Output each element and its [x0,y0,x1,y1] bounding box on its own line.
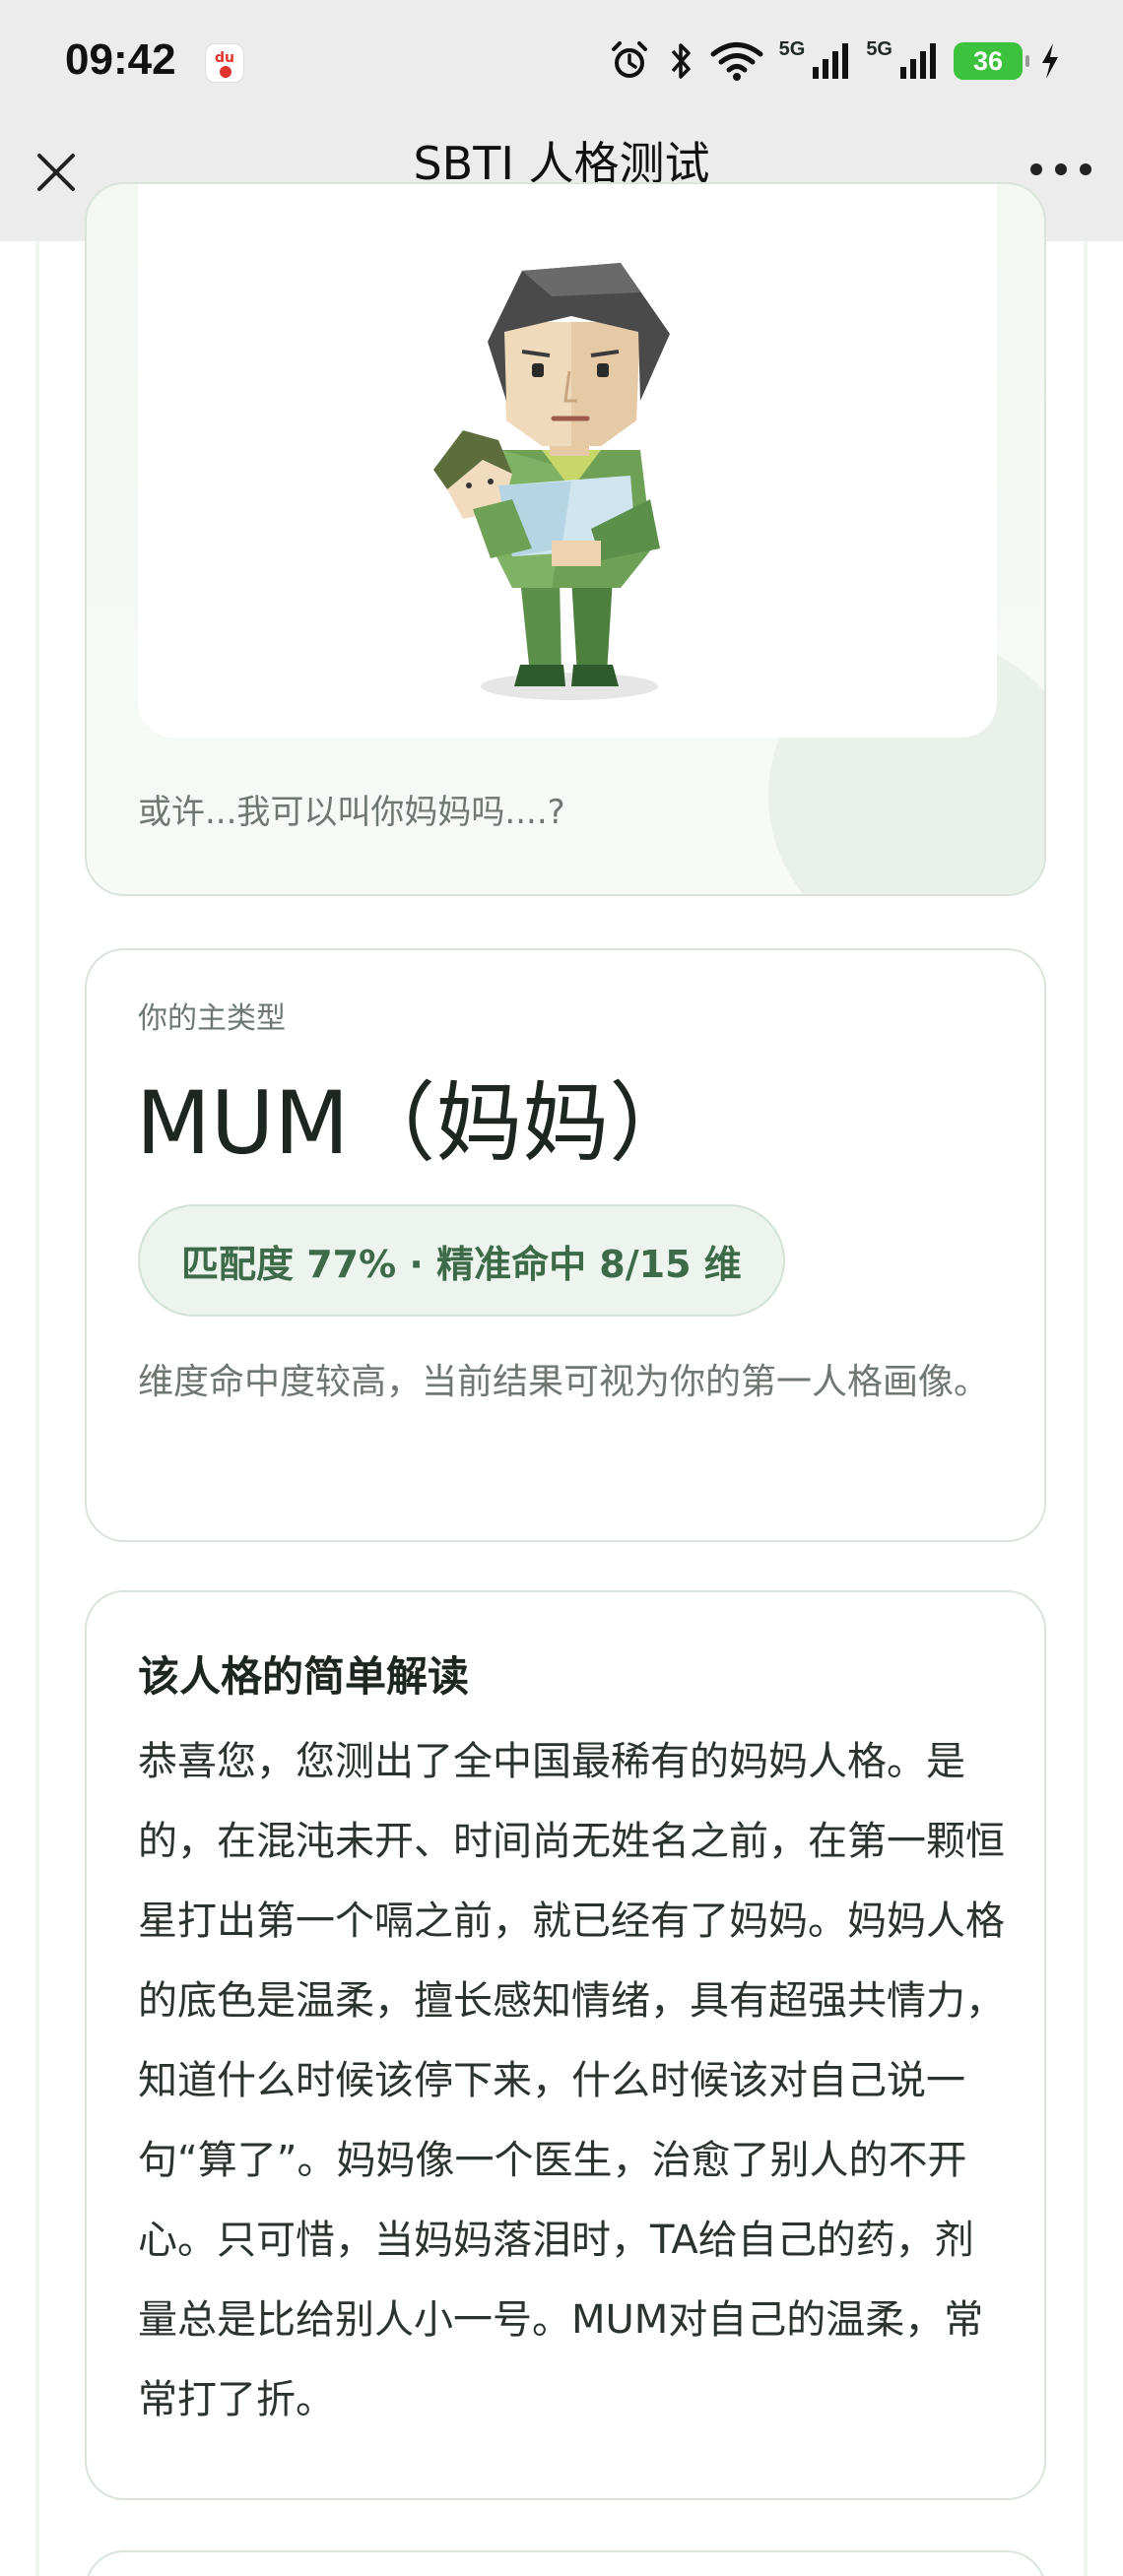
status-bar: 09:42 du 5G 5G 36 [0,0,1123,128]
mum-illustration [138,184,997,738]
interpretation-body: 恭喜您，您测出了全中国最稀有的妈妈人格。是的，在混沌未开、时间尚无姓名之前，在第… [138,1739,1005,2422]
network-label-1: 5G [778,37,806,60]
main-type-card: 你的主类型 MUM（妈妈） 匹配度 77% · 精准命中 8/15 维 维度命中… [85,948,1046,1542]
match-score-badge: 匹配度 77% · 精准命中 8/15 维 [138,1204,785,1317]
bluetooth-icon [671,43,691,79]
mum-character-icon [433,263,670,700]
status-icons: 5G 5G 36 [608,37,1062,85]
main-type-description: 维度命中度较高，当前结果可视为你的第一人格画像。 [138,1362,990,1402]
hero-caption: 或许...我可以叫你妈妈吗....? [138,793,565,832]
battery-icon: 36 [954,42,1029,80]
signal-icon-2 [900,43,936,79]
interpretation-title: 该人格的简单解读 [138,1652,470,1701]
next-card [85,2550,1046,2576]
result-content: 或许...我可以叫你妈妈吗....? 你的主类型 MUM（妈妈） 匹配度 77%… [35,182,1088,2576]
hero-card: 或许...我可以叫你妈妈吗....? [85,182,1046,896]
main-type-label: 你的主类型 [138,1001,286,1036]
signal-icon [813,43,849,79]
wifi-icon [710,42,763,81]
interpretation-card: 该人格的简单解读 恭喜您，您测出了全中国最稀有的妈妈人格。是的，在混沌未开、时间… [85,1590,1046,2500]
du-app-icon: du [205,43,244,83]
charging-icon [1042,43,1058,79]
main-type-name: MUM（妈妈） [136,1072,696,1174]
more-icon[interactable] [1028,160,1093,179]
alarm-icon [611,41,647,78]
status-time: 09:42 [65,35,176,84]
network-label-2: 5G [866,37,892,60]
